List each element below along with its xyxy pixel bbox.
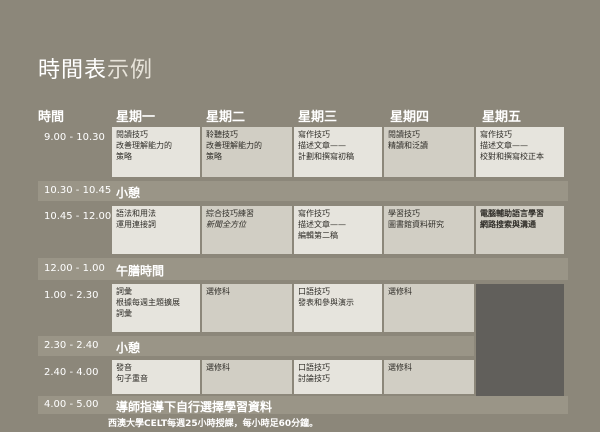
- cell-r2-friday: 電腦輔助語言學習 網路搜索與溝通: [476, 206, 564, 254]
- time-slot-break-2: 2.30 - 2.40: [44, 340, 99, 351]
- title-main: 時間表: [38, 58, 108, 83]
- lunch-label: 午膳時間: [116, 264, 165, 278]
- cell-friday-afternoon: [476, 284, 564, 398]
- cell-r2-thursday: 學習技巧 圖書館資料研究: [384, 206, 474, 254]
- cell-r1-friday: 寫作技巧 描述文章—— 校對和撰寫校正本: [476, 127, 564, 177]
- cell-r4-thursday: 選修科: [384, 360, 474, 394]
- cell-r3-tuesday: 選修科: [202, 284, 292, 332]
- header-monday: 星期一: [116, 110, 156, 125]
- time-slot-4: 2.40 - 4.00: [44, 367, 99, 378]
- footer-note: 西澳大學CELT每週25小時授課，每小時足60分鐘。: [108, 419, 319, 429]
- cell-r1-monday: 閱讀技巧 改善理解能力的 策略: [112, 127, 200, 177]
- cell-r1-thursday: 閱讀技巧 精讀和泛讀: [384, 127, 474, 177]
- header-friday: 星期五: [482, 110, 522, 125]
- header-tuesday: 星期二: [206, 110, 246, 125]
- time-slot-1: 9.00 - 10.30: [44, 132, 105, 143]
- time-slot-3: 1.00 - 2.30: [44, 290, 99, 301]
- time-slot-break-1: 10.30 - 10.45: [44, 185, 112, 196]
- cell-r3-wednesday: 口語技巧 發表和參與演示: [294, 284, 382, 332]
- title-sub: 示例: [107, 58, 154, 83]
- cell-r4-monday: 發音 句子重音: [112, 360, 200, 394]
- header-thursday: 星期四: [390, 110, 430, 125]
- cell-r3-monday: 詞彙 根據每週主題擴展 詞彙: [112, 284, 200, 332]
- break-label-2: 小憩: [116, 341, 141, 355]
- header-wednesday: 星期三: [298, 110, 338, 125]
- cell-r4-tuesday: 選修科: [202, 360, 292, 394]
- cell-r3-thursday: 選修科: [384, 284, 474, 332]
- cell-r1-wednesday: 寫作技巧 描述文章—— 計劃和撰寫初稿: [294, 127, 382, 177]
- page-title: 時間表示例: [38, 52, 153, 84]
- header-time: 時間: [38, 110, 65, 125]
- break-label-1: 小憩: [116, 186, 141, 200]
- time-slot-lunch: 12.00 - 1.00: [44, 263, 105, 274]
- cell-r4-wednesday: 口語技巧 討論技巧: [294, 360, 382, 394]
- time-slot-2: 10.45 - 12.00: [44, 211, 112, 222]
- cell-r1-tuesday: 聆聽技巧 改善理解能力的 策略: [202, 127, 292, 177]
- band-break-2: [38, 336, 474, 356]
- cell-r2-monday: 語法和用法 運用連接詞: [112, 206, 200, 254]
- time-slot-self-study: 4.00 - 5.00: [44, 399, 99, 410]
- cell-r2-tuesday: 綜合技巧練習 新聞全方位: [202, 206, 292, 254]
- cell-r2-wednesday: 寫作技巧 描述文章—— 編輯第二稿: [294, 206, 382, 254]
- self-study-label: 導師指導下自行選擇學習資料: [116, 400, 273, 414]
